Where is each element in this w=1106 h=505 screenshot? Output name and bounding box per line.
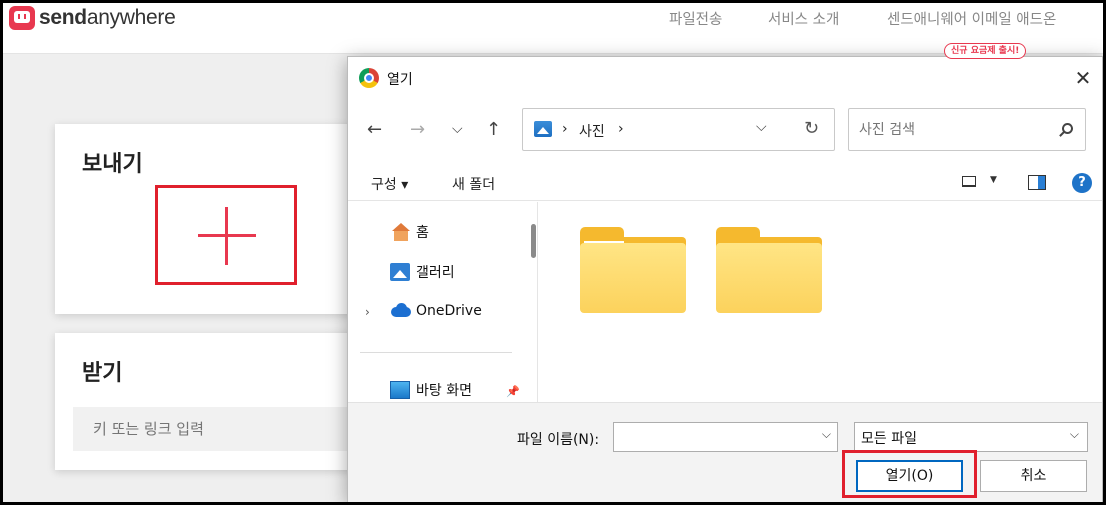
tree-item-label: OneDrive [416,303,482,319]
plus-icon [198,207,256,265]
tree-item-gallery[interactable]: 갤러리 [390,262,455,282]
address-location[interactable]: 사진 [579,121,605,141]
receive-card: 받기 [55,333,363,470]
address-dropdown-chevron-icon[interactable]: ⌵ [756,119,767,135]
file-name-input[interactable] [613,422,838,452]
folder-item[interactable] [716,227,822,313]
dialog-title: 열기 [387,72,413,88]
dialog-titlebar: 열기 ✕ [348,57,1102,99]
tree-item-label: 바탕 화면 [416,383,472,399]
tree-item-label: 홈 [416,225,429,241]
help-icon[interactable]: ? [1072,173,1092,193]
search-input[interactable] [849,109,1049,150]
site-header: sendanywhere 파일전송 서비스 소개 센드애니웨어 이메일 애드온 [3,3,1103,54]
refresh-icon[interactable]: ↻ [804,118,819,139]
preview-pane-icon[interactable] [1028,175,1046,190]
recent-locations-icon[interactable]: ⌵ [452,121,463,137]
nav-file-transfer[interactable]: 파일전송 [669,8,722,29]
command-bar: 구성 ▾ 새 폴더 ▼ ? [348,161,1102,201]
desktop-icon [390,381,410,399]
file-type-value: 모든 파일 [861,431,917,447]
nav-email-addon[interactable]: 센드애니웨어 이메일 애드온 [887,8,1056,29]
expand-chevron-icon[interactable]: › [365,305,370,319]
cancel-button[interactable]: 취소 [980,460,1087,492]
view-mode-icon[interactable] [962,176,976,187]
tree-item-desktop[interactable]: 바탕 화면 [390,380,472,400]
gallery-icon [390,263,410,281]
file-type-select[interactable]: 모든 파일 ⌵ [854,422,1088,452]
pictures-icon [534,121,552,137]
folder-icon-front [580,243,686,313]
logo-text: sendanywhere [39,6,176,29]
folder-icon-front [716,243,822,313]
send-card: 보내기 [55,124,355,314]
pin-icon: 📌 [506,385,520,398]
tree-item-home[interactable]: 홈 [390,222,429,242]
new-folder-button[interactable]: 새 폴더 [452,174,495,194]
add-file-button[interactable] [155,185,297,285]
sendanywhere-logo-icon [9,6,35,30]
up-arrow-icon[interactable]: ↑ [486,119,501,140]
search-box[interactable] [848,108,1086,151]
promo-badge[interactable]: 신규 요금제 출시! [944,43,1027,59]
address-separator-trailing[interactable]: › [618,121,624,137]
folder-item[interactable] [580,227,686,313]
tree-item-label: 갤러리 [416,265,455,281]
close-icon[interactable]: ✕ [1070,65,1096,91]
back-arrow-icon[interactable]: ← [367,119,382,140]
tree-divider [360,352,512,353]
file-name-label: 파일 이름(N): [517,432,600,448]
file-open-dialog: 열기 ✕ ← → ⌵ ↑ › 사진 › ⌵ ↻ 구성 ▾ 새 폴더 ▼ ? [347,56,1103,502]
open-button-highlight [842,450,977,498]
forward-arrow-icon[interactable]: → [410,119,425,140]
tree-item-onedrive[interactable]: OneDrive [390,302,482,320]
address-bar[interactable]: › 사진 › ⌵ ↻ [522,108,835,151]
home-icon [390,223,410,241]
onedrive-cloud-icon [390,302,411,320]
screen: sendanywhere 파일전송 서비스 소개 센드애니웨어 이메일 애드온 … [3,3,1103,502]
receive-card-title: 받기 [82,361,123,386]
chevron-down-icon: ⌵ [1069,427,1079,441]
key-input[interactable] [73,407,363,451]
search-icon[interactable] [1062,123,1073,134]
view-mode-caret-icon[interactable]: ▼ [990,175,997,185]
address-separator: › [562,121,568,137]
chrome-icon [359,68,379,88]
organize-menu[interactable]: 구성 ▾ [371,174,408,194]
nav-service-intro[interactable]: 서비스 소개 [768,8,839,29]
nav-scrollbar-thumb[interactable] [531,224,536,258]
navigation-pane: 홈 갤러리 › OneDrive 바탕 화면 📌 [348,202,538,402]
send-card-title: 보내기 [82,152,143,177]
sendanywhere-logo[interactable]: sendanywhere [9,6,176,30]
dialog-footer: 파일 이름(N): 모든 파일 ⌵ 열기(O) 취소 [348,402,1102,502]
